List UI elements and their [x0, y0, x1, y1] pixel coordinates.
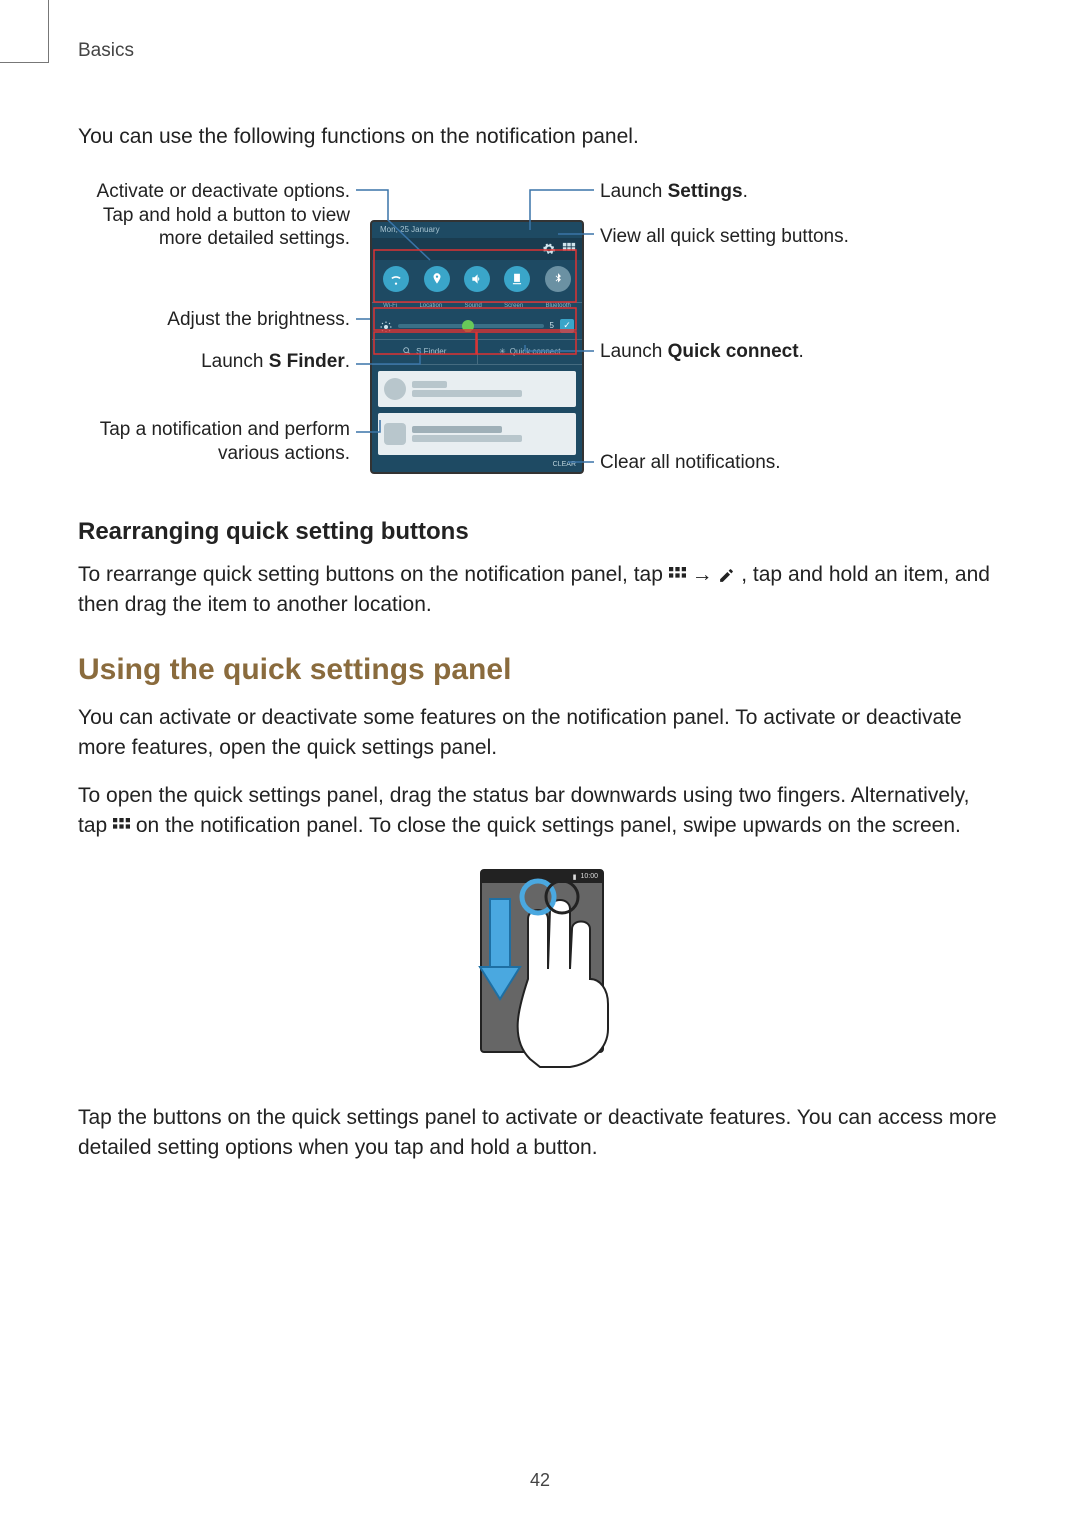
statusbar-icons-row [372, 238, 582, 260]
brightness-row: 5 ✓ [372, 313, 582, 340]
heading-quick-settings-panel: Using the quick settings panel [78, 653, 1002, 687]
callout-line: Activate or deactivate options. [97, 181, 350, 202]
qs-paragraph-3: Tap the buttons on the quick settings pa… [78, 1103, 1002, 1163]
clear-all-label: CLEAR [551, 461, 578, 468]
qs-paragraph-2: To open the quick settings panel, drag t… [78, 781, 1002, 841]
gear-icon [542, 242, 556, 256]
page-number: 42 [0, 1470, 1080, 1491]
brightness-value: 5 [550, 321, 554, 330]
notif-title-blur [412, 426, 502, 433]
callout-tap-notification: Tap a notification and perform various a… [80, 418, 350, 466]
callout-view-all-quick: View all quick setting buttons. [600, 225, 849, 249]
callout-bold: Settings [668, 181, 743, 202]
phone-screenshot: Mon, 25 January Wi-Fi Location Sound [370, 220, 584, 474]
callout-activate-options: Activate or deactivate options. Tap and … [80, 180, 350, 251]
grid-icon [669, 563, 686, 580]
sfinder-label: S Finder [416, 347, 446, 356]
toggle-label: Bluetooth [545, 303, 570, 309]
sfinder-quickconnect-row: S Finder ✳ Quick connect [372, 340, 582, 365]
notif-sub-blur [412, 435, 522, 442]
header-rule [0, 0, 49, 63]
brightness-slider [398, 324, 544, 328]
grid-icon [113, 814, 130, 831]
header-section-name: Basics [78, 40, 134, 62]
toggle-labels-row: Wi-Fi Location Sound Screen Bluetooth [372, 303, 582, 313]
callout-bold: Quick connect [668, 341, 799, 362]
text-span: on the notification panel. To close the … [136, 814, 961, 837]
text-span: To rearrange quick setting buttons on th… [78, 563, 669, 586]
callout-launch-settings: Launch Settings. [600, 180, 748, 204]
brightness-auto-checkbox: ✓ [560, 319, 574, 333]
callout-line: Tap and hold a button to view [103, 205, 350, 226]
toggle-label: Location [419, 303, 442, 309]
toggle-wifi [383, 266, 409, 292]
callout-clear-notifications: Clear all notifications. [600, 451, 781, 475]
callout-sfinder: Launch S Finder. [80, 350, 350, 374]
notif-sub-blur [412, 390, 522, 397]
hand-gesture-icon [440, 859, 640, 1079]
quickconnect-label: Quick connect [510, 347, 561, 356]
quick-settings-grid-icon [562, 242, 576, 256]
notification-card [378, 371, 576, 407]
intro-paragraph: You can use the following functions on t… [78, 122, 1002, 152]
callout-pre: Launch [600, 181, 668, 202]
quick-toggles-row [372, 260, 582, 303]
notification-panel-diagram: Activate or deactivate options. Tap and … [80, 170, 1000, 490]
magnifier-icon [402, 346, 412, 358]
toggle-label: Wi-Fi [383, 303, 397, 309]
quickconnect-icon: ✳ [499, 347, 506, 356]
toggle-location [424, 266, 450, 292]
callout-line: View all quick setting buttons. [600, 226, 849, 247]
toggle-screen-rotation [504, 266, 530, 292]
toggle-label: Sound [464, 303, 481, 309]
rearranging-paragraph: To rearrange quick setting buttons on th… [78, 560, 1002, 620]
arrow-text: → [692, 563, 719, 586]
callout-quick-connect: Launch Quick connect. [600, 340, 804, 364]
callout-pre: Launch [201, 351, 269, 372]
callout-line: Tap a notification and perform [100, 419, 350, 440]
pencil-icon [718, 563, 735, 580]
sfinder-button: S Finder [372, 340, 478, 364]
callout-line: various actions. [218, 443, 350, 464]
callout-line: Adjust the brightness. [167, 309, 350, 330]
notification-avatar [384, 378, 406, 400]
two-finger-swipe-diagram: ▮ 10:00 [440, 859, 640, 1079]
notif-title-blur [412, 381, 447, 388]
brightness-icon [380, 320, 392, 332]
notification-card [378, 413, 576, 455]
callout-brightness: Adjust the brightness. [80, 308, 350, 332]
notif-date: Mon, 25 January [380, 225, 440, 234]
quickconnect-button: ✳ Quick connect [478, 340, 583, 364]
callout-line: Clear all notifications. [600, 452, 781, 473]
toggle-bluetooth [545, 266, 571, 292]
callout-line: more detailed settings. [159, 228, 350, 249]
notification-thumb [384, 423, 406, 445]
qs-paragraph-1: You can activate or deactivate some feat… [78, 703, 1002, 763]
toggle-label: Screen [504, 303, 523, 309]
subheading-rearranging: Rearranging quick setting buttons [78, 518, 1002, 546]
callout-bold: S Finder [269, 351, 345, 372]
toggle-sound [464, 266, 490, 292]
callout-pre: Launch [600, 341, 668, 362]
